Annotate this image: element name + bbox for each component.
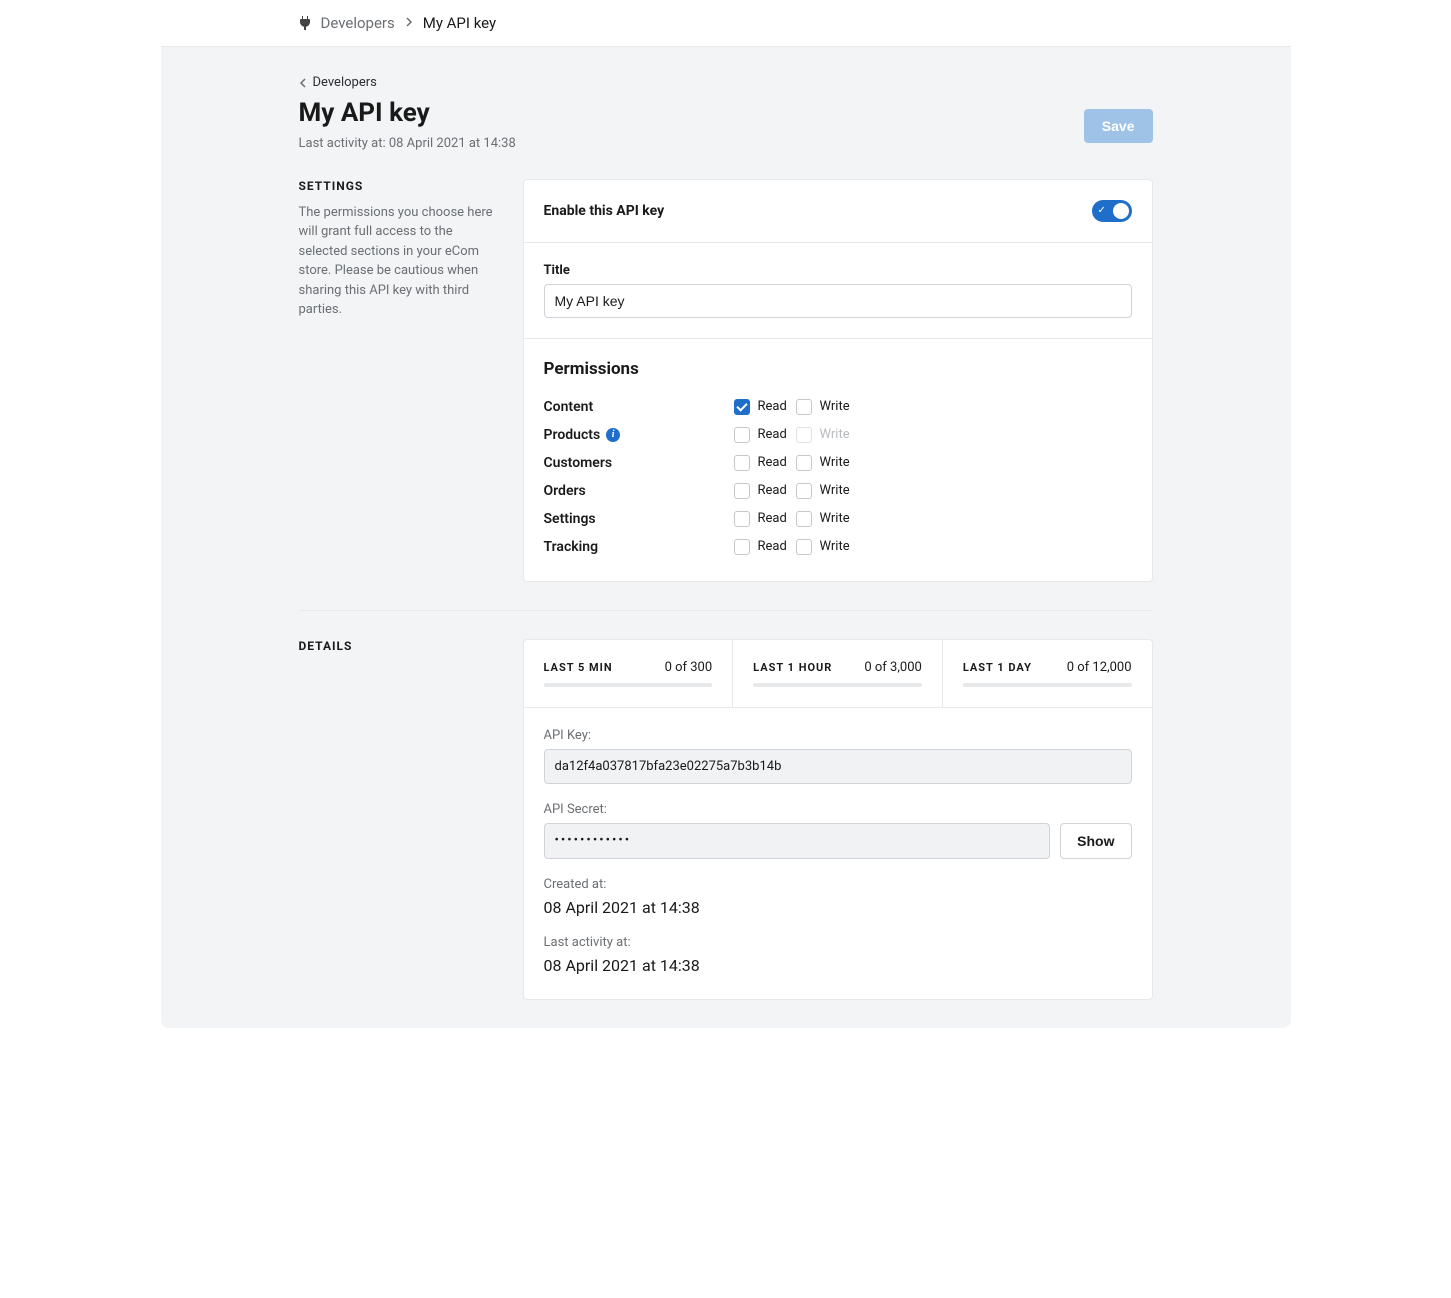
permission-name: Productsi (544, 427, 734, 443)
write-checkbox[interactable] (796, 455, 812, 471)
write-checkbox-label: Write (820, 427, 850, 442)
title-field-label: Title (544, 263, 1132, 278)
activity-at-label: Last activity at: (544, 935, 1132, 950)
api-secret-label: API Secret: (544, 802, 1132, 817)
read-checkbox[interactable] (734, 399, 750, 415)
stat-label: LAST 1 DAY (963, 661, 1032, 674)
enable-toggle[interactable]: ✓ (1092, 200, 1132, 222)
breadcrumb-parent[interactable]: Developers (321, 14, 395, 32)
settings-description: The permissions you choose here will gra… (299, 203, 499, 320)
permission-row: Tracking Read Write (544, 533, 1132, 561)
plug-icon (299, 16, 311, 30)
stat-cell: LAST 5 MIN 0 of 300 (524, 640, 734, 707)
permission-row: Customers Read Write (544, 449, 1132, 477)
write-checkbox-label: Write (820, 511, 850, 526)
write-checkbox-label: Write (820, 483, 850, 498)
permissions-heading: Permissions (544, 359, 1132, 379)
stat-value: 0 of 300 (665, 660, 713, 675)
permission-name: Customers (544, 455, 734, 471)
api-key-label: API Key: (544, 728, 1132, 743)
permission-name: Content (544, 399, 734, 415)
read-checkbox[interactable] (734, 539, 750, 555)
stat-label: LAST 5 MIN (544, 661, 613, 674)
toggle-knob (1113, 203, 1129, 219)
stat-progress-bar (544, 683, 713, 687)
info-icon[interactable]: i (606, 428, 620, 442)
activity-at-value: 08 April 2021 at 14:38 (544, 956, 1132, 975)
read-checkbox-label: Read (758, 399, 787, 414)
read-checkbox[interactable] (734, 483, 750, 499)
page-title: My API key (299, 98, 516, 128)
write-checkbox-label: Write (820, 399, 850, 414)
back-link[interactable]: Developers (299, 75, 377, 90)
read-checkbox-label: Read (758, 455, 787, 470)
details-card: LAST 5 MIN0 of 300LAST 1 HOUR0 of 3,000L… (523, 639, 1153, 1000)
settings-heading: SETTINGS (299, 179, 499, 193)
write-checkbox (796, 427, 812, 443)
topbar: Developers My API key (161, 0, 1291, 47)
api-key-field[interactable] (544, 749, 1132, 784)
settings-card: Enable this API key ✓ Title Permissions (523, 179, 1153, 582)
permission-name: Orders (544, 483, 734, 499)
write-checkbox[interactable] (796, 483, 812, 499)
permission-row: Settings Read Write (544, 505, 1132, 533)
read-checkbox-label: Read (758, 427, 787, 442)
breadcrumb-current: My API key (423, 14, 496, 32)
write-checkbox[interactable] (796, 399, 812, 415)
stat-value: 0 of 3,000 (864, 660, 921, 675)
api-secret-field[interactable] (544, 823, 1051, 859)
created-at-label: Created at: (544, 877, 1132, 892)
read-checkbox[interactable] (734, 455, 750, 471)
permission-name: Settings (544, 511, 734, 527)
enable-label: Enable this API key (544, 203, 665, 219)
stat-progress-bar (753, 683, 922, 687)
read-checkbox[interactable] (734, 427, 750, 443)
back-link-label: Developers (313, 75, 377, 90)
check-icon: ✓ (1098, 205, 1106, 216)
stat-progress-bar (963, 683, 1132, 687)
write-checkbox-label: Write (820, 539, 850, 554)
write-checkbox-label: Write (820, 455, 850, 470)
permission-row: Productsi Read Write (544, 421, 1132, 449)
stat-cell: LAST 1 DAY 0 of 12,000 (943, 640, 1152, 707)
read-checkbox[interactable] (734, 511, 750, 527)
stat-cell: LAST 1 HOUR 0 of 3,000 (733, 640, 943, 707)
chevron-right-icon (405, 15, 413, 31)
last-activity-note: Last activity at: 08 April 2021 at 14:38 (299, 136, 516, 151)
read-checkbox-label: Read (758, 511, 787, 526)
chevron-left-icon (299, 78, 307, 88)
created-at-value: 08 April 2021 at 14:38 (544, 898, 1132, 917)
show-secret-button[interactable]: Show (1060, 823, 1131, 859)
stat-label: LAST 1 HOUR (753, 661, 832, 674)
save-button[interactable]: Save (1084, 109, 1153, 143)
permission-row: Content Read Write (544, 393, 1132, 421)
title-input[interactable] (544, 284, 1132, 318)
read-checkbox-label: Read (758, 483, 787, 498)
write-checkbox[interactable] (796, 539, 812, 555)
details-heading: DETAILS (299, 639, 499, 653)
write-checkbox[interactable] (796, 511, 812, 527)
permission-name: Tracking (544, 539, 734, 555)
read-checkbox-label: Read (758, 539, 787, 554)
permission-row: Orders Read Write (544, 477, 1132, 505)
stat-value: 0 of 12,000 (1067, 660, 1132, 675)
